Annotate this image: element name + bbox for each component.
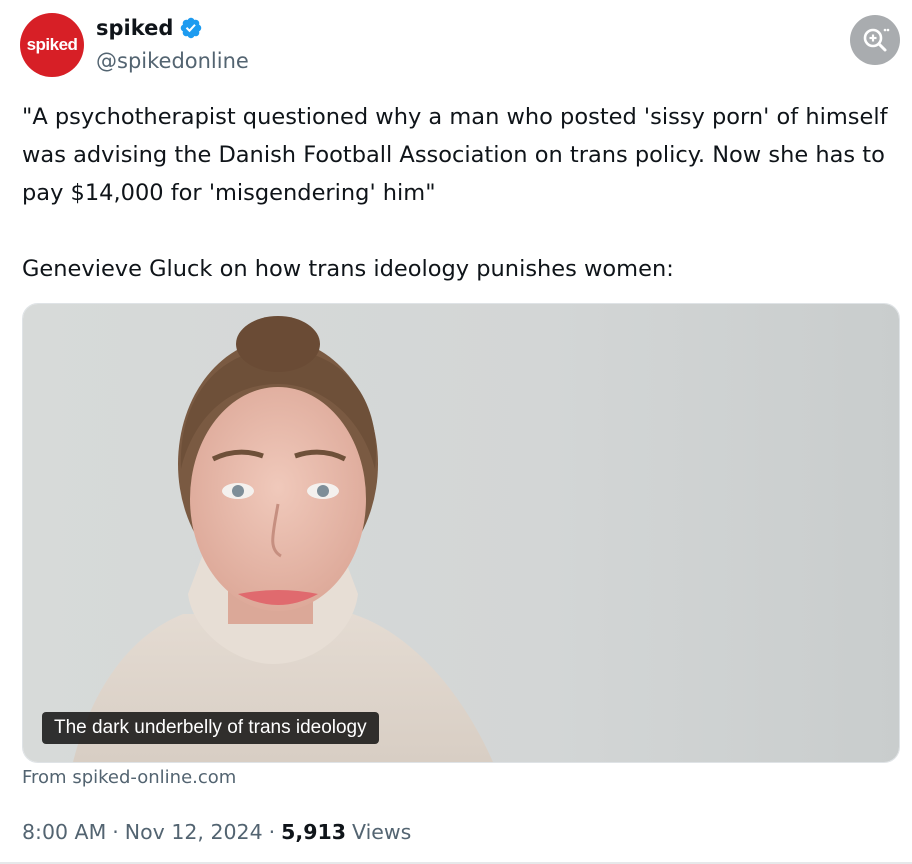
author-name-row: spiked xyxy=(96,16,203,40)
tweet-time[interactable]: 8:00 AM xyxy=(22,820,106,844)
tweet-text: "A psychotherapist questioned why a man … xyxy=(22,98,892,288)
tweet-meta: 8:00 AM · Nov 12, 2024 · 5,913 Views xyxy=(22,820,411,844)
views-count: 5,913 xyxy=(281,820,346,844)
tweet-paragraph: Genevieve Gluck on how trans ideology pu… xyxy=(22,256,674,282)
card-title: The dark underbelly of trans ideology xyxy=(42,712,379,744)
avatar-logo-text: spiked xyxy=(26,35,78,54)
zoom-in-icon xyxy=(863,28,890,52)
tweet-date[interactable]: Nov 12, 2024 xyxy=(125,820,263,844)
avatar[interactable]: spiked xyxy=(20,13,84,77)
views-label: Views xyxy=(352,820,412,844)
meta-separator: · xyxy=(112,820,119,844)
zoom-button[interactable] xyxy=(850,15,900,65)
card-image xyxy=(23,304,899,762)
meta-separator: · xyxy=(268,820,276,844)
tweet-paragraph: "A psychotherapist questioned why a man … xyxy=(22,104,888,206)
card-source[interactable]: From spiked-online.com xyxy=(22,767,236,788)
link-card[interactable]: The dark underbelly of trans ideology xyxy=(22,303,900,763)
author-handle[interactable]: @spikedonline xyxy=(96,49,249,73)
verified-badge-icon xyxy=(181,17,202,39)
display-name[interactable]: spiked xyxy=(96,16,173,40)
